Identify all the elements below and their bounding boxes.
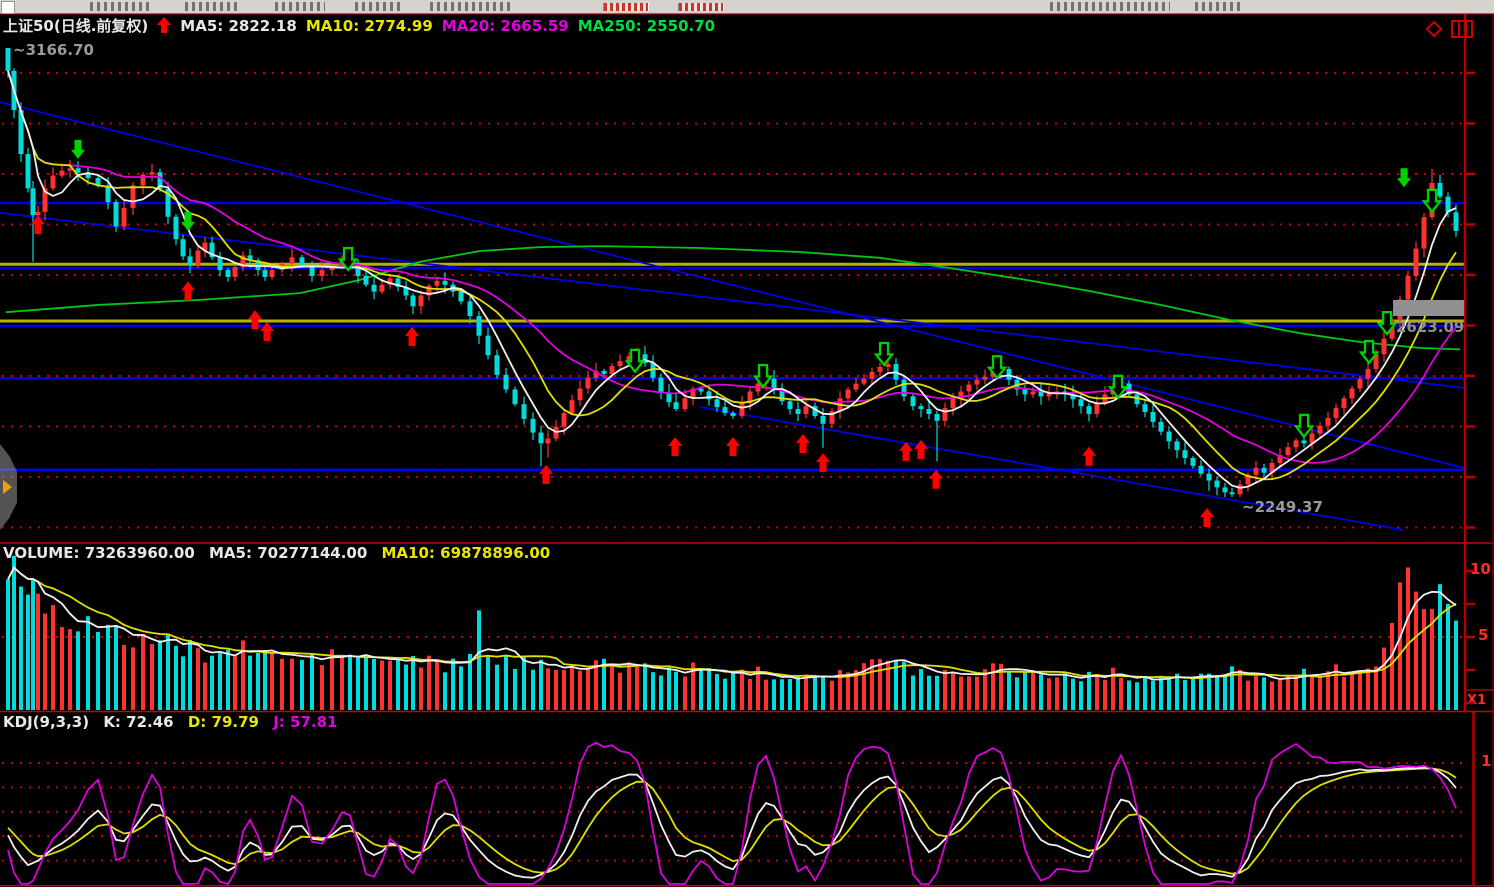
ma5-line xyxy=(8,71,1456,488)
toolbar-icon-fragment[interactable] xyxy=(1,1,15,14)
volume-header: VOLUME: 73263960.00 MA5: 70277144.00 MA1… xyxy=(3,545,559,561)
candles xyxy=(6,48,1459,497)
red-up-arrow-icon xyxy=(157,17,171,34)
toolbar-button-fragment[interactable] xyxy=(430,2,510,11)
toolbar-button-fragment[interactable] xyxy=(275,2,325,11)
kdj-header: KDJ(9,3,3) K: 72.46 D: 79.79 J: 57.81 xyxy=(3,714,346,730)
kdj-pane xyxy=(2,743,1467,884)
ma20-value: MA20: 2665.59 xyxy=(442,18,569,34)
pane-borders xyxy=(0,14,1494,886)
ma10-value: MA10: 2774.99 xyxy=(306,18,433,34)
trendlines xyxy=(0,102,1472,530)
window-layout-icon[interactable] xyxy=(1450,19,1474,41)
expand-arrow-icon xyxy=(3,480,12,494)
chart-canvas[interactable] xyxy=(0,0,1494,887)
kdj-k-value: K: 72.46 xyxy=(103,713,173,731)
volume-ma10-value: MA10: 69878896.00 xyxy=(382,544,551,562)
volume-ma10-line xyxy=(8,568,1456,679)
toolbar-button-fragment[interactable] xyxy=(1050,2,1170,11)
volume-ma5-value: MA5: 70277144.00 xyxy=(209,544,367,562)
ma250-value: MA250: 2550.70 xyxy=(578,18,715,34)
volume-ma5-line xyxy=(8,568,1456,680)
chart-title: 上证50(日线.前复权) xyxy=(3,18,148,34)
last-price-tag-box xyxy=(1393,300,1464,316)
toolbar-button-fragment[interactable] xyxy=(185,2,240,11)
toolbar-red-button-fragment[interactable] xyxy=(678,3,724,11)
toolbar-button-fragment[interactable] xyxy=(1195,2,1240,11)
high-price-annotation: ~3166.70 xyxy=(13,41,94,59)
ma5-value: MA5: 2822.18 xyxy=(180,18,297,34)
volume-value: VOLUME: 73263960.00 xyxy=(3,544,195,562)
toolbar-button-fragment[interactable] xyxy=(355,2,400,11)
low-price-annotation: ~2249.37 xyxy=(1242,498,1323,516)
stock-app-window: 上证50(日线.前复权) MA5: 2822.18 MA10: 2774.99 … xyxy=(0,0,1494,887)
ma250-line xyxy=(6,246,1460,349)
kdj-j-value: J: 57.81 xyxy=(273,713,337,731)
toolbar-red-button-fragment[interactable] xyxy=(603,3,649,11)
horizontal-level-lines xyxy=(0,203,1464,470)
diamond-tool-icon[interactable] xyxy=(1424,19,1444,39)
kdj-d-value: D: 79.79 xyxy=(188,713,259,731)
toolbar-strip[interactable] xyxy=(0,0,1494,14)
main-chart-header: 上证50(日线.前复权) MA5: 2822.18 MA10: 2774.99 … xyxy=(3,17,724,34)
toolbar-button-fragment[interactable] xyxy=(90,2,150,11)
chart-corner-tools xyxy=(1424,19,1474,41)
kdj-name: KDJ(9,3,3) xyxy=(3,713,89,731)
volume-bars xyxy=(2,556,1464,710)
last-price-annotation: 2623.09 xyxy=(1396,318,1464,336)
